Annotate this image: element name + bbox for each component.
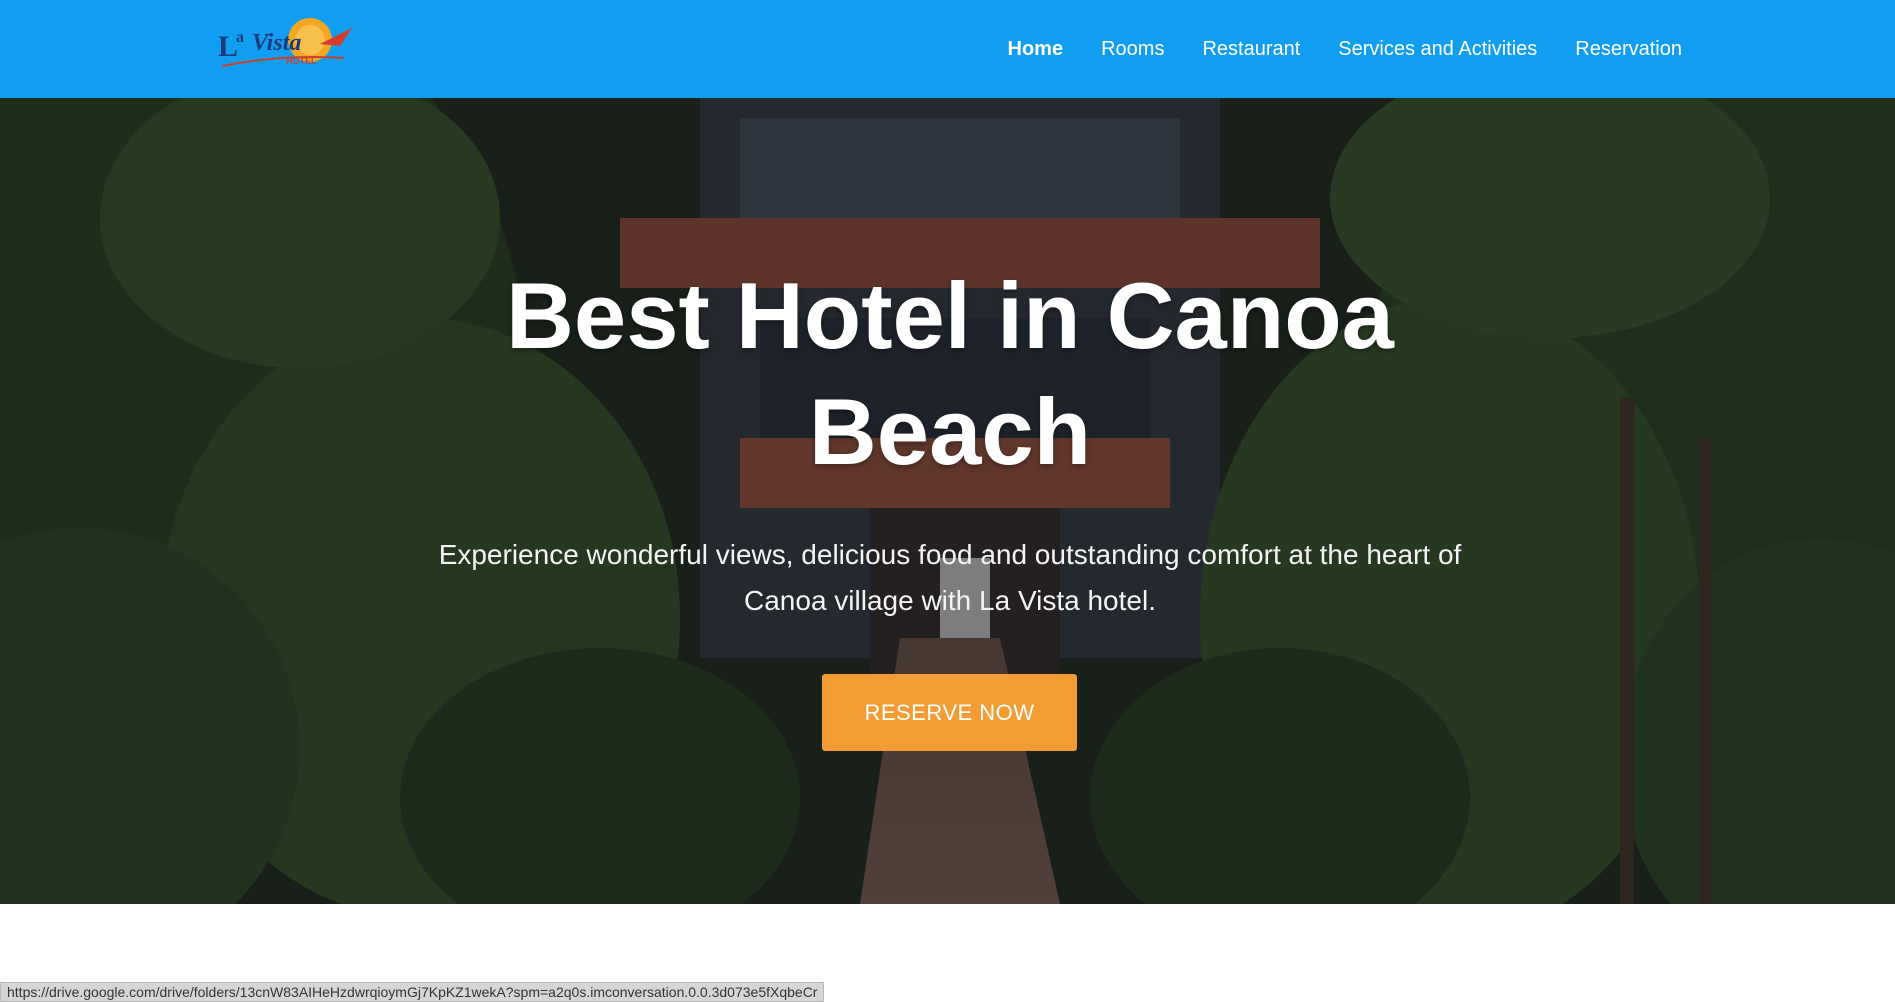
hero-title: Best Hotel in Canoa Beach [450,258,1450,490]
nav-rooms-link[interactable]: Rooms [1101,38,1164,61]
hero-section: Best Hotel in Canoa Beach Experience won… [0,98,1895,904]
link-status-bar: https://drive.google.com/drive/folders/1… [0,982,825,1002]
hero-subtitle-line-1: Experience wonderful views, delicious fo… [438,539,1462,570]
nav-services-link[interactable]: Services and Activities [1338,38,1537,61]
hero-title-line-1: Best Hotel in Canoa [506,263,1394,368]
reserve-now-button[interactable]: RESERVE NOW [822,674,1077,751]
nav-home-link[interactable]: Home [1008,38,1064,61]
hero-subtitle-line-2: Canoa village with La Vista hotel. [744,585,1156,616]
hero-content: Best Hotel in Canoa Beach Experience won… [0,98,1895,904]
hotel-logo[interactable]: L a Vista HOTEL [212,14,362,74]
svg-text:a: a [236,29,244,46]
svg-text:Vista: Vista [252,30,301,56]
hero-subtitle: Experience wonderful views, delicious fo… [415,532,1485,624]
main-nav: Home Rooms Restaurant Services and Activ… [1008,0,1682,98]
site-header: L a Vista HOTEL Home Rooms Restaurant Se… [0,0,1895,98]
hero-title-line-2: Beach [808,379,1092,484]
nav-restaurant-link[interactable]: Restaurant [1202,38,1300,61]
svg-text:HOTEL: HOTEL [286,56,317,66]
logo-graphic: L a Vista HOTEL [218,18,352,67]
nav-reservation-link[interactable]: Reservation [1575,38,1682,61]
svg-text:L: L [218,30,238,63]
